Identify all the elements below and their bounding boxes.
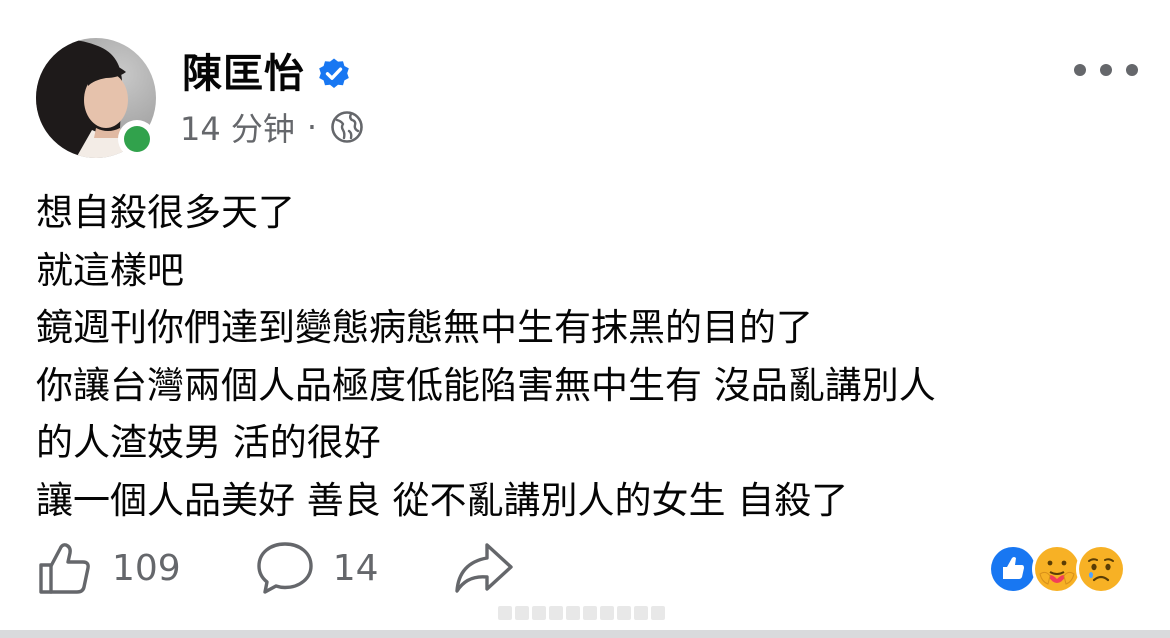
meta-separator: ·	[306, 108, 318, 146]
more-dot	[1126, 64, 1138, 76]
like-button[interactable]: 109	[36, 539, 181, 597]
post-meta: 14 分钟 ·	[180, 104, 365, 150]
post-text-line: 讓一個人品美好 善良 從不亂講別人的女生 自殺了	[36, 478, 849, 522]
more-options-button[interactable]	[1074, 50, 1138, 90]
care-reaction-icon	[1032, 544, 1082, 594]
reaction-summary[interactable]	[988, 544, 1126, 594]
online-status-indicator	[118, 120, 156, 158]
more-dot	[1074, 64, 1086, 76]
post-text-line: 你讓台灣兩個人品極度低能陷害無中生有 沒品亂講別人	[36, 363, 936, 407]
more-dot	[1100, 64, 1112, 76]
like-reaction-icon	[988, 544, 1038, 594]
watermark	[498, 606, 665, 622]
post-body: 想自殺很多天了 就這樣吧 鏡週刊你們達到變態病態無中生有抹黑的目的了 你讓台灣兩…	[36, 184, 1146, 529]
globe-icon[interactable]	[329, 109, 365, 145]
comment-count: 14	[332, 547, 379, 589]
post-text-line: 想自殺很多天了	[36, 191, 295, 234]
author-row: 陳匡怡	[182, 46, 351, 102]
post-timestamp[interactable]: 14 分钟	[180, 104, 295, 150]
post-text-line: 鏡週刊你們達到變態病態無中生有抹黑的目的了	[36, 306, 813, 349]
comment-button[interactable]: 14	[255, 539, 379, 597]
post-text-line: 的人渣妓男 活的很好	[36, 421, 381, 464]
share-button[interactable]	[453, 539, 515, 597]
thumbs-up-icon	[39, 543, 90, 594]
comment-bubble-icon	[257, 542, 313, 594]
bottom-divider	[0, 630, 1170, 638]
share-arrow-icon	[454, 543, 513, 593]
like-count: 109	[112, 547, 181, 589]
action-bar: 109 14	[36, 540, 589, 596]
sad-reaction-icon	[1076, 544, 1126, 594]
author-name[interactable]: 陳匡怡	[182, 46, 305, 102]
post-text-line: 就這樣吧	[36, 248, 184, 292]
verified-badge-icon	[319, 58, 349, 88]
